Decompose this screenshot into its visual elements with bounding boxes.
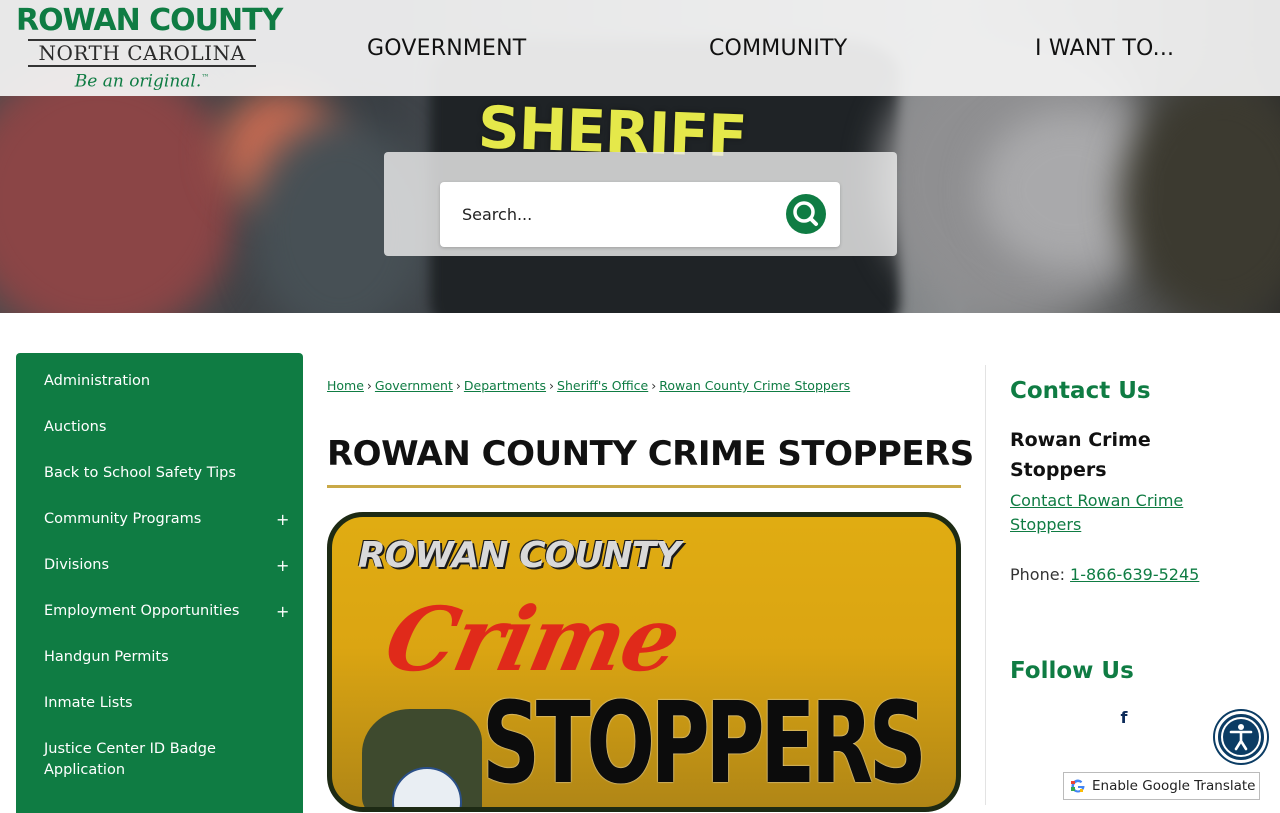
sidebar-item-community-programs[interactable]: Community Programs + — [16, 509, 303, 530]
sidebar-item-label: Employment Opportunities — [44, 603, 240, 619]
sidebar-item-label: Inmate Lists — [44, 695, 133, 711]
google-translate-button[interactable]: Enable Google Translate — [1063, 772, 1260, 800]
breadcrumb-government[interactable]: Government — [375, 378, 453, 393]
column-divider — [985, 365, 986, 805]
nav-i-want-to-label[interactable]: I WANT TO... — [1035, 36, 1174, 61]
banner-crime-text: Crime — [376, 587, 688, 691]
logo-trademark: ™ — [201, 73, 210, 82]
search-panel — [384, 152, 897, 256]
sidebar-item-label: Justice Center ID Badge Application — [44, 741, 216, 778]
sidebar-item-employment[interactable]: Employment Opportunities + — [16, 601, 303, 622]
sidebar-item-label: Auctions — [44, 419, 107, 435]
breadcrumb: Home › Government › Departments › Sheriff's Of… — [327, 378, 850, 393]
expand-plus-icon[interactable]: + — [276, 509, 289, 530]
department-sidebar-nav: Administration Auctions Back to School S… — [16, 353, 303, 813]
breadcrumb-departments[interactable]: Departments — [464, 378, 546, 393]
breadcrumb-separator: › — [366, 378, 372, 393]
nav-i-want-to[interactable]: I WANT TO... — [1035, 30, 1174, 66]
search-icon — [793, 201, 818, 226]
sidebar-item-back-to-school[interactable]: Back to School Safety Tips — [16, 463, 303, 484]
breadcrumb-home[interactable]: Home — [327, 378, 364, 393]
accessibility-button[interactable] — [1215, 711, 1267, 763]
expand-plus-icon[interactable]: + — [276, 601, 289, 622]
expand-plus-icon[interactable]: + — [276, 555, 289, 576]
search-box — [440, 182, 840, 247]
nav-community-label[interactable]: COMMUNITY — [709, 36, 847, 61]
logo-tagline: Be an original.™ — [16, 67, 268, 93]
top-navigation-bar: ROWAN COUNTY NORTH CAROLINA Be an origin… — [0, 0, 1280, 96]
title-divider — [327, 485, 961, 488]
google-translate-label: Enable Google Translate — [1092, 778, 1256, 794]
hero-bg-shape — [0, 60, 240, 313]
breadcrumb-crime-stoppers[interactable]: Rowan County Crime Stoppers — [659, 378, 850, 393]
phone-link[interactable]: 1-866-639-5245 — [1070, 565, 1199, 584]
banner-rowan-county-text: ROWAN COUNTY — [358, 535, 681, 576]
sidebar-item-divisions[interactable]: Divisions + — [16, 555, 303, 576]
banner-stoppers-text: STOPPERS — [482, 679, 927, 809]
sidebar-item-label: Community Programs — [44, 511, 202, 527]
breadcrumb-sheriffs-office[interactable]: Sheriff's Office — [557, 378, 648, 393]
sidebar-item-justice-center-badge[interactable]: Justice Center ID Badge Application — [16, 739, 303, 781]
search-button[interactable] — [786, 194, 826, 234]
contact-us-heading: Contact Us — [1010, 378, 1151, 404]
sidebar-item-label: Divisions — [44, 557, 110, 573]
contact-phone: Phone: 1-866-639-5245 — [1010, 565, 1199, 584]
logo-tagline-text: Be an original. — [74, 71, 202, 92]
hero-banner: SHERIFF ROWAN COUNTY NORTH CAROLINA Be a… — [0, 0, 1280, 313]
accessibility-icon — [1221, 717, 1261, 757]
google-translate-icon — [1070, 778, 1086, 794]
nav-community[interactable]: COMMUNITY — [709, 30, 847, 66]
sidebar-item-label: Back to School Safety Tips — [44, 465, 236, 481]
sidebar-item-label: Handgun Permits — [44, 649, 169, 665]
logo-county-name: ROWAN COUNTY — [16, 3, 283, 38]
breadcrumb-separator: › — [455, 378, 461, 393]
nav-government[interactable]: GOVERNMENT — [367, 30, 526, 66]
breadcrumb-separator: › — [651, 378, 657, 393]
sidebar-item-label: Administration — [44, 373, 151, 389]
follow-us-heading: Follow Us — [1010, 658, 1134, 684]
sidebar-item-auctions[interactable]: Auctions — [16, 417, 303, 438]
sidebar-item-inmate-lists[interactable]: Inmate Lists — [16, 693, 303, 714]
phone-label: Phone: — [1010, 565, 1071, 584]
logo-state-name: NORTH CAROLINA — [38, 41, 246, 65]
contact-crime-stoppers-link[interactable]: Contact Rowan Crime Stoppers — [1010, 489, 1250, 537]
contact-name: Rowan Crime Stoppers — [1010, 429, 1151, 481]
nav-government-label[interactable]: GOVERNMENT — [367, 36, 526, 61]
sidebar-item-administration[interactable]: Administration — [16, 371, 303, 392]
crime-stoppers-banner-image: ROWAN COUNTY Crime STOPPERS — [327, 512, 961, 812]
county-logo[interactable]: ROWAN COUNTY NORTH CAROLINA Be an origin… — [16, 3, 283, 94]
facebook-icon[interactable]: f — [1111, 705, 1137, 731]
sidebar-item-handgun-permits[interactable]: Handgun Permits — [16, 647, 303, 668]
page-title: ROWAN COUNTY CRIME STOPPERS — [327, 434, 974, 474]
breadcrumb-separator: › — [549, 378, 555, 393]
search-input[interactable] — [440, 182, 780, 247]
